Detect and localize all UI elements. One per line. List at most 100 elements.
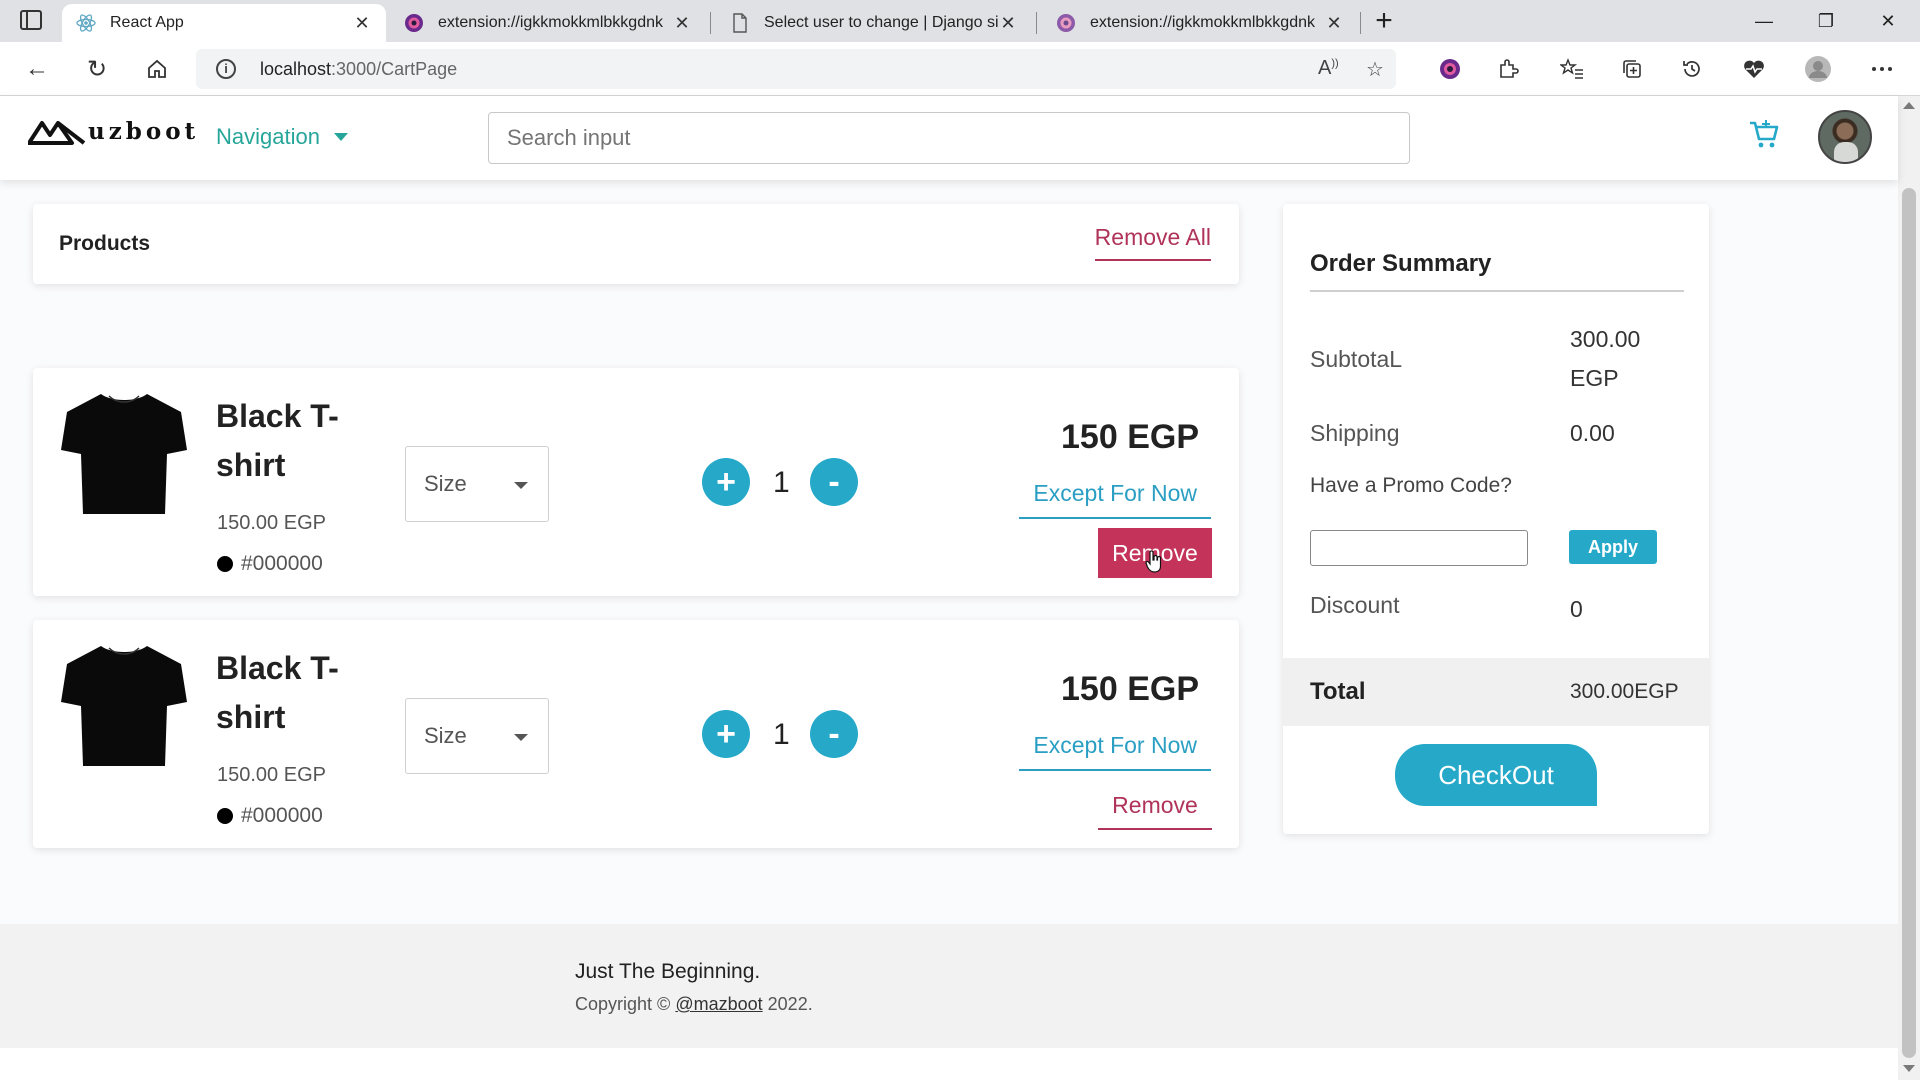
tab-extension-1[interactable]: extension://igkkmokkmlbkkgdnk ✕ (390, 4, 706, 42)
extension-icon (1056, 13, 1076, 33)
page-scrollbar[interactable] (1898, 96, 1920, 1080)
browser-toolbar: ← ↻ i localhost:3000/CartPage A)) ☆ (0, 42, 1920, 96)
close-tab-icon[interactable]: ✕ (998, 13, 1018, 33)
refresh-icon[interactable]: ↻ (80, 52, 114, 86)
profile-icon[interactable] (1804, 55, 1832, 83)
back-icon[interactable]: ← (20, 52, 54, 86)
apply-promo-button[interactable]: Apply (1569, 530, 1657, 564)
minimize-icon[interactable]: — (1734, 0, 1794, 42)
size-select-value: Size (424, 471, 467, 496)
size-select[interactable]: Size (405, 446, 549, 522)
item-color: #000000 (217, 804, 323, 828)
size-select-value: Size (424, 723, 467, 748)
promo-code-input[interactable] (1310, 530, 1528, 566)
favorites-icon[interactable] (1558, 55, 1586, 83)
url-text: localhost:3000/CartPage (260, 59, 458, 79)
user-avatar[interactable] (1818, 110, 1872, 164)
remove-all-button[interactable]: Remove All (1094, 224, 1211, 261)
footer-tagline: Just The Beginning. (575, 960, 761, 983)
quantity-value: 1 (773, 718, 790, 751)
close-tab-icon[interactable]: ✕ (1324, 13, 1344, 33)
item-name: Black T-shirt (216, 650, 339, 735)
decrease-quantity-button[interactable]: - (810, 458, 858, 506)
site-info-icon[interactable]: i (216, 59, 236, 79)
cart-item: Black T-shirt 150.00 EGP #000000 Size + … (33, 368, 1239, 596)
navigation-label: Navigation (216, 124, 320, 149)
tab-extension-2[interactable]: extension://igkkmokkmlbkkgdnk ✕ (1042, 4, 1358, 42)
order-summary-title: Order Summary (1310, 250, 1492, 277)
order-summary: Order Summary SubtotaL 300.00 EGP Shippi… (1283, 204, 1709, 834)
navigation-dropdown[interactable]: Navigation (216, 124, 348, 150)
new-tab-button[interactable]: + (1370, 6, 1398, 36)
item-name: Black T-shirt (216, 398, 339, 483)
tshirt-image (61, 646, 187, 766)
address-bar[interactable]: i localhost:3000/CartPage A)) ☆ (196, 49, 1396, 89)
scroll-up-icon[interactable] (1903, 102, 1915, 109)
home-icon[interactable] (140, 52, 174, 86)
brand-logo[interactable]: uzboot (28, 118, 199, 145)
checkout-button[interactable]: CheckOut (1395, 744, 1597, 806)
site-footer: Just The Beginning. Copyright © @mazboot… (0, 924, 1898, 1048)
read-aloud-icon[interactable]: A)) (1318, 57, 1339, 80)
cart-item: Black T-shirt 150.00 EGP #000000 Size + … (33, 620, 1239, 848)
subtotal-label: SubtotaL (1310, 346, 1403, 372)
promo-code-question: Have a Promo Code? (1310, 474, 1512, 497)
logo-text: uzboot (88, 118, 200, 145)
restore-icon[interactable]: ❐ (1796, 0, 1856, 42)
search-input[interactable] (488, 112, 1410, 164)
close-tab-icon[interactable]: ✕ (672, 13, 692, 33)
scroll-down-icon[interactable] (1903, 1065, 1915, 1072)
cart-page: Products Remove All Black T-shirt 150.00… (0, 180, 1898, 924)
more-options-icon[interactable] (1868, 55, 1896, 83)
history-icon[interactable] (1678, 55, 1706, 83)
performance-heart-icon[interactable] (1740, 55, 1768, 83)
close-tab-icon[interactable]: ✕ (352, 13, 372, 33)
page-icon (730, 13, 750, 33)
browser-tab-bar: React App ✕ extension://igkkmokkmlbkkgdn… (0, 0, 1920, 42)
tab-separator (710, 12, 711, 34)
cart-icon[interactable] (1748, 118, 1780, 150)
increase-quantity-button[interactable]: + (702, 458, 750, 506)
site-header: uzboot Navigation (0, 96, 1898, 180)
extension-toolbar-icon[interactable] (1436, 55, 1464, 83)
except-for-now-link[interactable]: Except For Now (1019, 480, 1211, 519)
chevron-down-icon (514, 482, 528, 489)
item-color: #000000 (217, 552, 323, 576)
footer-copyright: Copyright © @mazboot 2022. (575, 994, 813, 1014)
hand-cursor-icon (1145, 550, 1162, 573)
tab-title: extension://igkkmokkmlbkkgdnk (1090, 14, 1315, 31)
except-for-now-link[interactable]: Except For Now (1019, 732, 1211, 771)
tab-react-app[interactable]: React App ✕ (62, 4, 386, 42)
add-favorite-icon[interactable]: ☆ (1366, 57, 1384, 82)
remove-item-button[interactable]: Remove (1098, 780, 1212, 830)
total-label: Total (1310, 678, 1366, 705)
quantity-value: 1 (773, 466, 790, 499)
close-window-icon[interactable]: ✕ (1858, 0, 1918, 42)
increase-quantity-button[interactable]: + (702, 710, 750, 758)
scrollbar-thumb[interactable] (1902, 188, 1916, 1058)
size-select[interactable]: Size (405, 698, 549, 774)
mountain-logo-icon (28, 120, 86, 145)
react-icon (76, 13, 96, 33)
divider (1310, 290, 1684, 292)
tab-title: Select user to change | Django si (764, 14, 998, 31)
tab-actions-icon[interactable] (20, 10, 42, 30)
color-swatch (217, 808, 233, 824)
total-value: 300.00EGP (1570, 680, 1679, 703)
collections-icon[interactable] (1618, 55, 1646, 83)
decrease-quantity-button[interactable]: - (810, 710, 858, 758)
item-color-code: #000000 (241, 804, 323, 827)
subtotal-value: 300.00 EGP (1570, 326, 1641, 391)
tab-separator (1360, 12, 1361, 34)
item-unit-price: 150.00 EGP (217, 764, 326, 786)
discount-label: Discount (1310, 592, 1400, 618)
item-price: 150 EGP (1061, 418, 1199, 456)
item-price: 150 EGP (1061, 670, 1199, 708)
total-row: Total 300.00EGP (1283, 658, 1709, 726)
tab-django[interactable]: Select user to change | Django si ✕ (716, 4, 1032, 42)
footer-author-link[interactable]: @mazboot (675, 994, 762, 1014)
discount-value: 0 (1570, 596, 1583, 622)
tshirt-image (61, 394, 187, 514)
extensions-icon[interactable] (1494, 55, 1522, 83)
tab-title: React App (110, 14, 184, 31)
